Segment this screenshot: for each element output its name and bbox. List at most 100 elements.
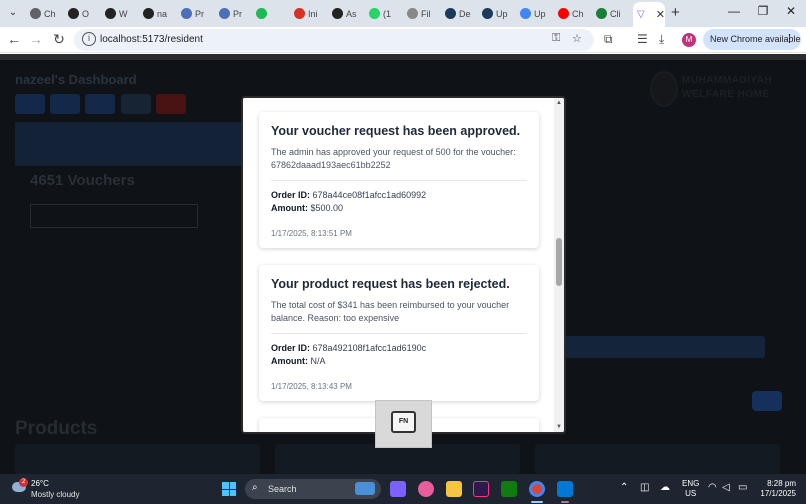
- product-card[interactable]: [535, 444, 780, 474]
- scrollbar-thumb[interactable]: [556, 238, 562, 286]
- browser-tab[interactable]: Ch: [558, 4, 592, 23]
- restore-icon[interactable]: ❐: [749, 4, 777, 18]
- download-icon[interactable]: ⤓: [659, 32, 664, 47]
- weather-temperature[interactable]: 26°C: [31, 479, 49, 488]
- tray-chevron-icon[interactable]: ⌃: [620, 482, 628, 493]
- system-clock[interactable]: 8:28 pm 17/1/2025: [758, 479, 796, 499]
- close-tab-icon[interactable]: ✕: [656, 8, 665, 21]
- language-indicator[interactable]: ENG US: [682, 479, 699, 499]
- new-chrome-available-button[interactable]: New Chrome available ⋮: [703, 29, 801, 50]
- browser-tab[interactable]: Ch: [30, 4, 64, 23]
- copilot-icon[interactable]: [418, 481, 434, 497]
- browser-toolbar: ← → ↻ i localhost:5173/resident ⚿ ☆ ⧉ ☰ …: [0, 27, 806, 53]
- xbox-icon[interactable]: [501, 481, 517, 497]
- browser-tab[interactable]: Ini: [294, 4, 328, 23]
- outline-box[interactable]: [30, 204, 198, 228]
- forward-icon[interactable]: →: [27, 31, 45, 47]
- browser-tab[interactable]: Up: [520, 4, 554, 23]
- tab-label: (1: [383, 8, 392, 19]
- reading-list-icon[interactable]: ☰: [637, 32, 648, 46]
- browser-tab[interactable]: Fil: [407, 4, 441, 23]
- address-bar[interactable]: i localhost:5173/resident ⚿ ☆: [74, 29, 594, 51]
- notifications-modal: Your voucher request has been approved. …: [241, 96, 566, 434]
- menu-dots-icon[interactable]: ⋮: [784, 29, 795, 50]
- tab-label: Ini: [308, 8, 318, 19]
- amount-label: Amount:: [271, 356, 308, 366]
- browser-tab[interactable]: De: [445, 4, 479, 23]
- windows-start-icon[interactable]: [222, 482, 236, 496]
- profile-avatar[interactable]: M: [682, 33, 696, 47]
- browser-tab[interactable]: Up: [482, 4, 516, 23]
- volume-icon[interactable]: ◁: [722, 482, 730, 493]
- scroll-up-icon[interactable]: ▲: [556, 100, 562, 106]
- tab-search-chevron-icon[interactable]: ⌄: [5, 5, 21, 21]
- password-key-icon[interactable]: ⚿: [552, 32, 560, 45]
- tab-label: Up: [496, 8, 508, 19]
- reload-icon[interactable]: ↻: [50, 31, 68, 48]
- back-icon[interactable]: ←: [5, 31, 23, 47]
- tray-app-icon[interactable]: ◫: [640, 482, 649, 493]
- tab-label: Ch: [572, 8, 584, 19]
- nav-button-3[interactable]: [85, 94, 115, 114]
- minimize-icon[interactable]: —: [720, 4, 748, 18]
- logo-text: MUHAMMADIYAH WELFARE HOME: [682, 74, 772, 102]
- search-placeholder: Search: [268, 484, 297, 494]
- jetbrains-icon[interactable]: [473, 481, 489, 497]
- new-tab-icon[interactable]: +: [671, 4, 680, 21]
- tab-active[interactable]: ▽ ✕: [633, 2, 665, 27]
- tab-label: Ch: [44, 8, 56, 19]
- tab-favicon-icon: [294, 8, 305, 19]
- weather-description[interactable]: Mostly cloudy: [31, 490, 79, 499]
- browser-tab[interactable]: (1: [369, 4, 403, 23]
- vscode-icon[interactable]: [557, 481, 573, 497]
- vscode-open-indicator: [561, 501, 569, 503]
- clock-date: 17/1/2025: [760, 489, 796, 498]
- bookmark-star-icon[interactable]: ☆: [572, 32, 582, 45]
- lang-bottom: US: [685, 489, 697, 498]
- nav-button-2[interactable]: [50, 94, 80, 114]
- nav-button-4[interactable]: [121, 94, 151, 114]
- browser-tab[interactable]: [256, 4, 290, 23]
- tab-label: Pr: [233, 8, 242, 19]
- small-action-button[interactable]: [752, 391, 782, 411]
- wide-bar[interactable]: [565, 336, 765, 358]
- weather-badge: 2: [19, 478, 28, 487]
- browser-tab[interactable]: Cli: [596, 4, 630, 23]
- browser-tab[interactable]: W: [105, 4, 139, 23]
- tab-favicon-icon: [482, 8, 493, 19]
- wifi-icon[interactable]: ◠: [708, 482, 717, 493]
- notification-timestamp: 1/17/2025, 8:13:51 PM: [271, 229, 352, 238]
- extensions-icon[interactable]: ⧉: [604, 32, 613, 47]
- taskbar-search[interactable]: ⌕ Search: [245, 479, 381, 499]
- file-explorer-icon[interactable]: [446, 481, 462, 497]
- browser-tab[interactable]: Pr: [181, 4, 215, 23]
- notification-title: Your voucher request has been approved.: [271, 124, 521, 138]
- tab-label: O: [82, 8, 90, 19]
- notification-title: Your product request has been rejected.: [271, 277, 510, 291]
- close-window-icon[interactable]: ✕: [777, 4, 805, 18]
- site-info-icon[interactable]: i: [82, 32, 96, 46]
- nav-button-1[interactable]: [15, 94, 45, 114]
- notification-card: Your voucher request has been approved. …: [259, 112, 539, 248]
- tab-strip: ⌄ Ch O Wna Pr Pr Ini As (1 Fil De Up Up Ch Cli ▽ ✕ + …: [0, 0, 806, 27]
- tray-onedrive-icon[interactable]: ☁: [660, 482, 670, 493]
- app-icon-1[interactable]: [390, 481, 406, 497]
- tab-favicon-icon: [256, 8, 267, 19]
- scroll-down-icon[interactable]: ▼: [556, 424, 562, 430]
- notification-card: Your product request has been rejected. …: [259, 265, 539, 401]
- chrome-icon[interactable]: [529, 481, 545, 497]
- tab-favicon-icon: [332, 8, 343, 19]
- battery-icon[interactable]: ▭: [738, 482, 747, 493]
- browser-tab[interactable]: Pr: [219, 4, 253, 23]
- tab-label: Fil: [421, 8, 431, 19]
- browser-tab[interactable]: O: [68, 4, 102, 23]
- logout-button[interactable]: [156, 94, 186, 114]
- tab-label: Cli: [610, 8, 621, 19]
- modal-scrollbar[interactable]: ▲ ▼: [554, 98, 564, 432]
- tab-favicon-icon: [30, 8, 41, 19]
- tab-label: na: [157, 8, 168, 19]
- product-card[interactable]: [275, 444, 520, 474]
- product-card[interactable]: [15, 444, 260, 474]
- browser-tab[interactable]: As: [332, 4, 366, 23]
- browser-tab[interactable]: na: [143, 4, 177, 23]
